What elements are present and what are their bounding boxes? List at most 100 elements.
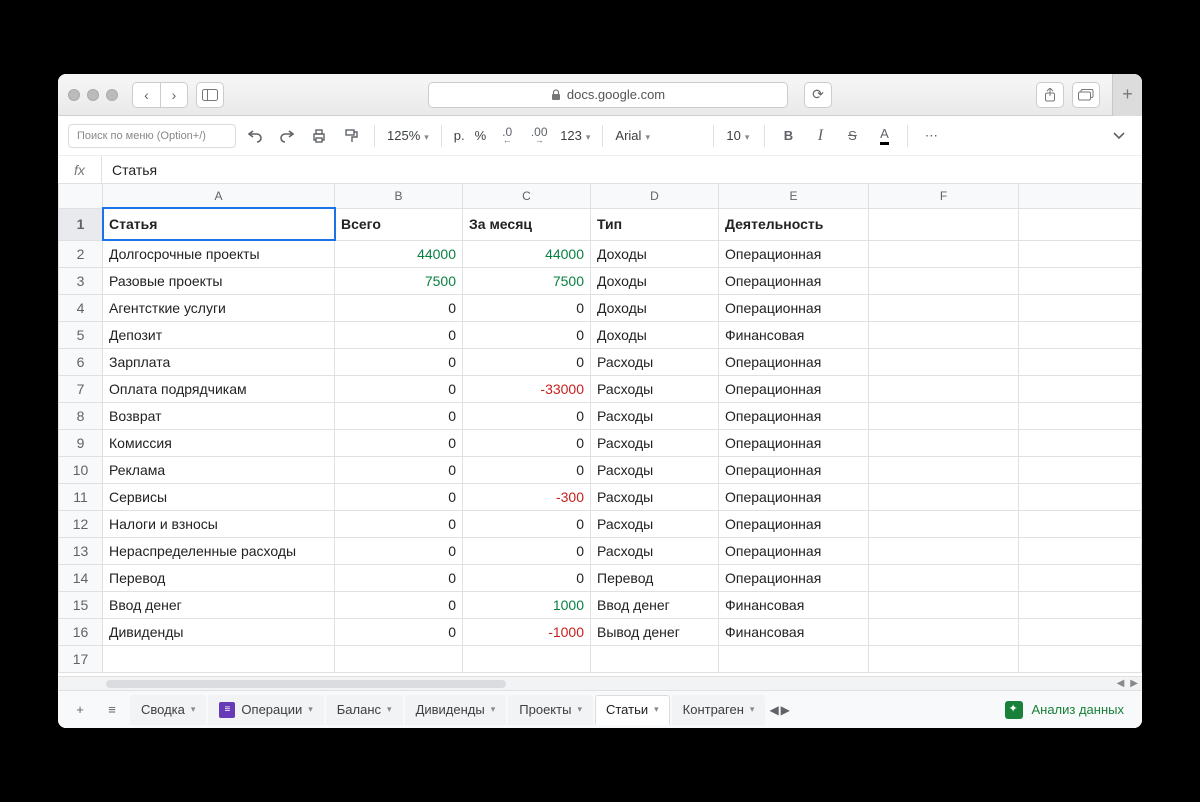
cell[interactable]: Расходы xyxy=(591,456,719,483)
decrease-decimal[interactable]: .0← xyxy=(494,123,520,149)
cell[interactable]: Депозит xyxy=(103,321,335,348)
row-header[interactable]: 5 xyxy=(59,321,103,348)
col-header-F[interactable]: F xyxy=(869,184,1019,208)
cell[interactable]: 44000 xyxy=(463,240,591,267)
cell[interactable]: Перевод xyxy=(591,564,719,591)
cell[interactable]: 0 xyxy=(335,618,463,645)
cell[interactable]: 0 xyxy=(335,591,463,618)
cell[interactable]: 0 xyxy=(463,402,591,429)
col-header-C[interactable]: C xyxy=(463,184,591,208)
cell[interactable]: 0 xyxy=(335,537,463,564)
cell[interactable]: 0 xyxy=(463,348,591,375)
cell[interactable] xyxy=(591,645,719,672)
cell[interactable]: Финансовая xyxy=(719,618,869,645)
cell[interactable] xyxy=(1019,294,1142,321)
cell[interactable]: Долгосрочные проекты xyxy=(103,240,335,267)
cell[interactable]: Перевод xyxy=(103,564,335,591)
cell[interactable]: Оплата подрядчикам xyxy=(103,375,335,402)
reload-button[interactable]: ⟳ xyxy=(804,82,832,108)
row-header[interactable]: 3 xyxy=(59,267,103,294)
cell[interactable] xyxy=(1019,375,1142,402)
cell[interactable]: 0 xyxy=(335,348,463,375)
sheet-tab[interactable]: Проекты▾ xyxy=(508,695,593,725)
row-header[interactable]: 2 xyxy=(59,240,103,267)
cell[interactable] xyxy=(869,429,1019,456)
row-header[interactable]: 12 xyxy=(59,510,103,537)
cell[interactable]: Операционная xyxy=(719,267,869,294)
cell[interactable]: Финансовая xyxy=(719,321,869,348)
scroll-left-icon[interactable]: ◀ xyxy=(1117,677,1125,690)
cell[interactable]: Доходы xyxy=(591,267,719,294)
cell-F1[interactable] xyxy=(869,208,1019,240)
cell[interactable]: Агентсткие услуги xyxy=(103,294,335,321)
cell-C1[interactable]: За месяц xyxy=(463,208,591,240)
cell[interactable]: Расходы xyxy=(591,510,719,537)
close-icon[interactable] xyxy=(68,89,80,101)
zoom-select[interactable]: 125% xyxy=(385,128,431,143)
cell[interactable] xyxy=(869,348,1019,375)
font-size-select[interactable]: 10 xyxy=(724,128,754,143)
menu-search[interactable]: Поиск по меню (Option+/) xyxy=(68,124,236,148)
cell[interactable]: 7500 xyxy=(463,267,591,294)
cell[interactable] xyxy=(869,267,1019,294)
row-header[interactable]: 6 xyxy=(59,348,103,375)
sheet-tab[interactable]: Баланс▾ xyxy=(326,695,403,725)
cell[interactable]: Сервисы xyxy=(103,483,335,510)
cell[interactable]: Операционная xyxy=(719,348,869,375)
cell[interactable]: 0 xyxy=(335,294,463,321)
undo-button[interactable] xyxy=(242,123,268,149)
cell[interactable] xyxy=(869,402,1019,429)
cell[interactable]: 0 xyxy=(335,402,463,429)
cell[interactable]: Дивиденды xyxy=(103,618,335,645)
cell[interactable] xyxy=(869,564,1019,591)
sheet-tab[interactable]: Сводка▾ xyxy=(130,695,206,725)
format-more[interactable]: 123 xyxy=(558,128,592,143)
cell-A1[interactable]: Статья xyxy=(103,208,335,240)
cell[interactable]: Операционная xyxy=(719,240,869,267)
cell-D1[interactable]: Тип xyxy=(591,208,719,240)
scrollbar-thumb[interactable] xyxy=(106,680,506,688)
cell[interactable]: 44000 xyxy=(335,240,463,267)
cell[interactable]: Доходы xyxy=(591,321,719,348)
cell[interactable] xyxy=(1019,618,1142,645)
cell[interactable] xyxy=(869,510,1019,537)
row-header[interactable]: 9 xyxy=(59,429,103,456)
cell[interactable]: Операционная xyxy=(719,564,869,591)
cell[interactable]: Расходы xyxy=(591,483,719,510)
cell[interactable]: Расходы xyxy=(591,429,719,456)
cell[interactable] xyxy=(335,645,463,672)
cell[interactable] xyxy=(869,321,1019,348)
row-header[interactable]: 14 xyxy=(59,564,103,591)
toolbar-more-button[interactable]: ⋯ xyxy=(918,123,944,149)
col-header-E[interactable]: E xyxy=(719,184,869,208)
cell[interactable]: Операционная xyxy=(719,375,869,402)
cell[interactable] xyxy=(1019,591,1142,618)
cell[interactable]: 0 xyxy=(335,483,463,510)
back-button[interactable]: ‹ xyxy=(132,82,160,108)
row-header[interactable]: 17 xyxy=(59,645,103,672)
cell[interactable]: 7500 xyxy=(335,267,463,294)
tab-scroll-right[interactable]: ▶ xyxy=(781,703,790,717)
cell[interactable]: -1000 xyxy=(463,618,591,645)
cell[interactable]: 0 xyxy=(463,564,591,591)
row-header[interactable]: 10 xyxy=(59,456,103,483)
sheet-tab[interactable]: Контраген▾ xyxy=(672,695,766,725)
tabs-button[interactable] xyxy=(1072,82,1100,108)
font-select[interactable]: Arial xyxy=(613,128,703,143)
row-header[interactable]: 4 xyxy=(59,294,103,321)
cell[interactable]: Реклама xyxy=(103,456,335,483)
print-button[interactable] xyxy=(306,123,332,149)
cell[interactable]: -33000 xyxy=(463,375,591,402)
scroll-right-icon[interactable]: ▶ xyxy=(1130,677,1138,690)
cell[interactable]: Расходы xyxy=(591,375,719,402)
cell[interactable]: Доходы xyxy=(591,294,719,321)
row-header[interactable]: 8 xyxy=(59,402,103,429)
cell[interactable] xyxy=(1019,267,1142,294)
cell-B1[interactable]: Всего xyxy=(335,208,463,240)
cell[interactable] xyxy=(1019,537,1142,564)
cell[interactable]: Операционная xyxy=(719,483,869,510)
cell[interactable] xyxy=(463,645,591,672)
cell[interactable]: 0 xyxy=(463,294,591,321)
cell[interactable] xyxy=(719,645,869,672)
cell[interactable]: -300 xyxy=(463,483,591,510)
